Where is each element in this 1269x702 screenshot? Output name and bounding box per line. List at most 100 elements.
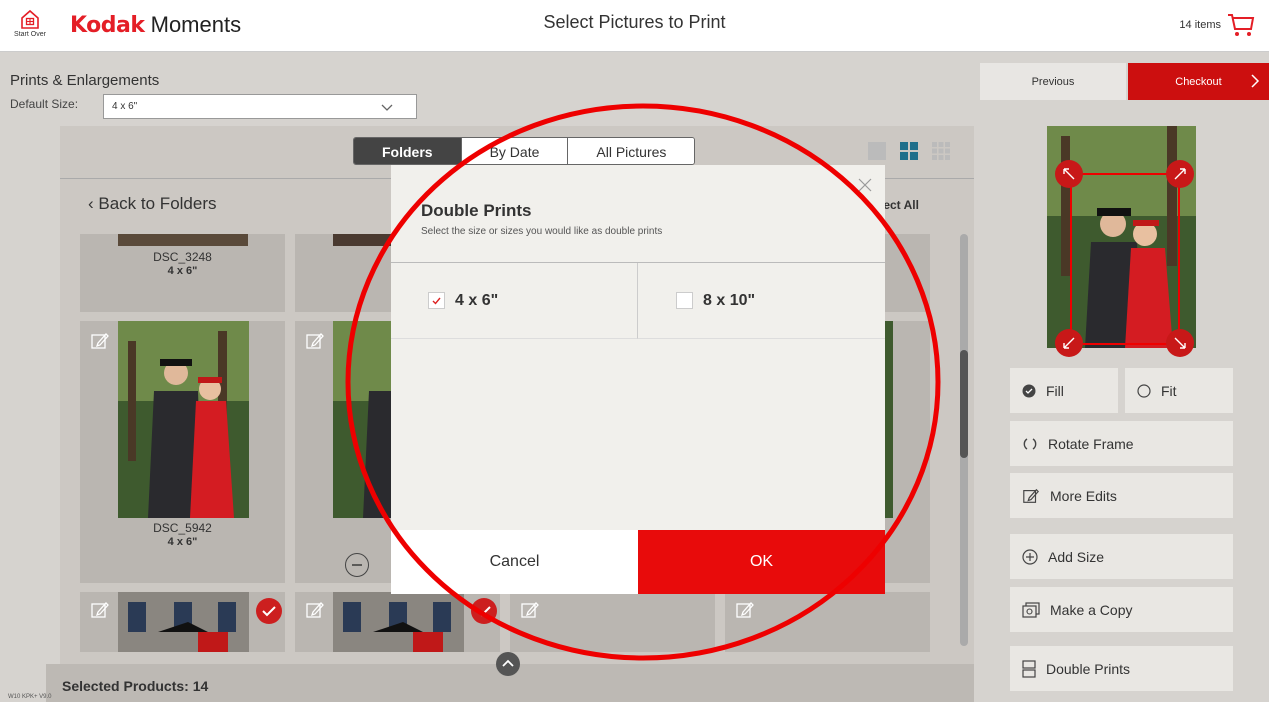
make-a-copy-label: Make a Copy	[1050, 601, 1133, 618]
more-edits-button[interactable]: More Edits	[1010, 473, 1233, 518]
photo-tile[interactable]	[80, 592, 285, 652]
edit-icon[interactable]	[520, 600, 540, 620]
resize-arrow-icon	[1174, 337, 1186, 349]
close-icon[interactable]	[857, 177, 873, 193]
add-size-button[interactable]: Add Size	[1010, 534, 1233, 579]
resize-arrow-icon	[1063, 337, 1075, 349]
photo-tile[interactable]	[295, 592, 500, 652]
plus-circle-icon	[1022, 548, 1038, 565]
crop-handle-top-left[interactable]	[1055, 160, 1083, 188]
fill-label: Fill	[1046, 382, 1064, 399]
back-to-folders-link[interactable]: ‹ Back to Folders	[88, 194, 217, 214]
photo-filename: DSC_5942	[153, 521, 212, 535]
radio-unchecked-icon	[1137, 383, 1151, 398]
edit-icon[interactable]	[90, 600, 110, 620]
photo-thumbnail	[118, 592, 249, 652]
previous-button[interactable]: Previous	[980, 63, 1126, 100]
default-size-value: 4 x 6"	[112, 101, 138, 112]
resize-arrow-icon	[1063, 168, 1075, 180]
fill-button[interactable]: Fill	[1010, 368, 1118, 413]
home-icon	[21, 9, 39, 29]
checkmark-icon	[477, 606, 491, 617]
small-grid-icon[interactable]	[932, 142, 950, 160]
view-size-toggles	[868, 142, 950, 160]
photo-tile[interactable]: DSC_5942 4 x 6"	[80, 321, 285, 583]
logo-product: Moments	[150, 12, 242, 37]
photo-size: 4 x 6"	[167, 265, 198, 277]
medium-grid-icon[interactable]	[900, 142, 918, 160]
back-to-folders-label: Back to Folders	[98, 194, 217, 213]
photo-tile[interactable]	[725, 592, 930, 652]
crop-handle-bottom-left[interactable]	[1055, 329, 1083, 357]
double-prints-dialog: Double Prints Select the size or sizes y…	[391, 165, 885, 594]
option-4x6[interactable]: 4 x 6"	[391, 263, 638, 339]
dialog-title: Double Prints	[421, 201, 532, 220]
dialog-subtitle: Select the size or sizes you would like …	[421, 226, 663, 237]
cancel-button[interactable]: Cancel	[391, 530, 638, 594]
photo-filename: DSC_3248	[153, 250, 212, 264]
fit-label: Fit	[1161, 382, 1177, 399]
kodak-moments-logo: Kodak Moments	[70, 12, 241, 38]
tab-folders[interactable]: Folders	[354, 138, 462, 164]
photo-size: 4 x 6"	[167, 536, 198, 548]
checkmark-icon	[432, 297, 441, 305]
chevron-left-icon: ‹	[88, 194, 99, 213]
selected-check-badge[interactable]	[471, 598, 497, 624]
photo-thumbnail	[118, 321, 249, 518]
rotate-icon	[1023, 437, 1037, 450]
double-prints-icon	[1022, 659, 1036, 678]
large-grid-icon[interactable]	[868, 142, 886, 160]
gallery-scroll-thumb[interactable]	[960, 350, 968, 458]
copy-icon	[1022, 601, 1040, 618]
start-over-button[interactable]: Start Over	[12, 8, 48, 38]
edit-icon[interactable]	[90, 331, 110, 351]
crop-handle-top-right[interactable]	[1166, 160, 1194, 188]
crop-handle-bottom-right[interactable]	[1166, 329, 1194, 357]
resize-arrow-icon	[1174, 168, 1186, 180]
section-title: Prints & Enlargements	[10, 72, 160, 89]
cart-count: 14 items	[1179, 19, 1221, 31]
photo-thumbnail	[333, 592, 464, 652]
minus-icon	[352, 564, 362, 566]
chevron-up-icon	[502, 659, 514, 667]
ok-button[interactable]: OK	[638, 530, 885, 594]
tab-all-pictures[interactable]: All Pictures	[568, 138, 695, 164]
remove-photo-button[interactable]	[345, 553, 369, 577]
selected-check-badge[interactable]	[256, 598, 282, 624]
photo-tile[interactable]	[510, 592, 715, 652]
crop-frame[interactable]	[1070, 173, 1180, 345]
checkout-label: Checkout	[1175, 75, 1222, 88]
default-size-label: Default Size:	[10, 97, 79, 111]
view-tabs: Folders By Date All Pictures	[353, 137, 696, 165]
chevron-down-icon	[381, 104, 393, 111]
double-prints-label: Double Prints	[1046, 660, 1131, 677]
default-size-select[interactable]: 4 x 6"	[103, 94, 417, 119]
app-header: Start Over Kodak Moments Select Pictures…	[0, 0, 1269, 52]
version-label: W10 KPK+ V9.0	[8, 694, 52, 700]
cart-button[interactable]: 14 items	[1179, 12, 1255, 38]
cart-icon	[1228, 14, 1255, 36]
edit-icon[interactable]	[305, 600, 325, 620]
add-size-label: Add Size	[1048, 548, 1105, 565]
more-edits-label: More Edits	[1050, 487, 1117, 504]
checkout-button[interactable]: Checkout	[1128, 63, 1269, 100]
option-4x6-checkbox[interactable]	[428, 292, 445, 309]
edit-icon	[1023, 488, 1040, 503]
fit-button[interactable]: Fit	[1125, 368, 1233, 413]
tab-by-date[interactable]: By Date	[461, 138, 569, 164]
option-4x6-label: 4 x 6"	[455, 291, 499, 309]
expand-tray-button[interactable]	[496, 652, 520, 676]
select-all-link[interactable]: lect All	[880, 198, 919, 212]
make-a-copy-button[interactable]: Make a Copy	[1010, 587, 1233, 632]
rotate-frame-button[interactable]: Rotate Frame	[1010, 421, 1233, 466]
chevron-right-icon	[1251, 74, 1260, 88]
selected-products-count: Selected Products: 14	[62, 678, 209, 694]
option-8x10-checkbox[interactable]	[676, 292, 693, 309]
photo-tile[interactable]: DSC_3248 4 x 6"	[80, 234, 285, 312]
edit-icon[interactable]	[305, 331, 325, 351]
edit-icon[interactable]	[735, 600, 755, 620]
option-8x10[interactable]: 8 x 10"	[638, 263, 885, 339]
photo-thumbnail	[118, 234, 248, 246]
logo-brand: Kodak	[70, 13, 145, 38]
double-prints-button[interactable]: Double Prints	[1010, 646, 1233, 691]
